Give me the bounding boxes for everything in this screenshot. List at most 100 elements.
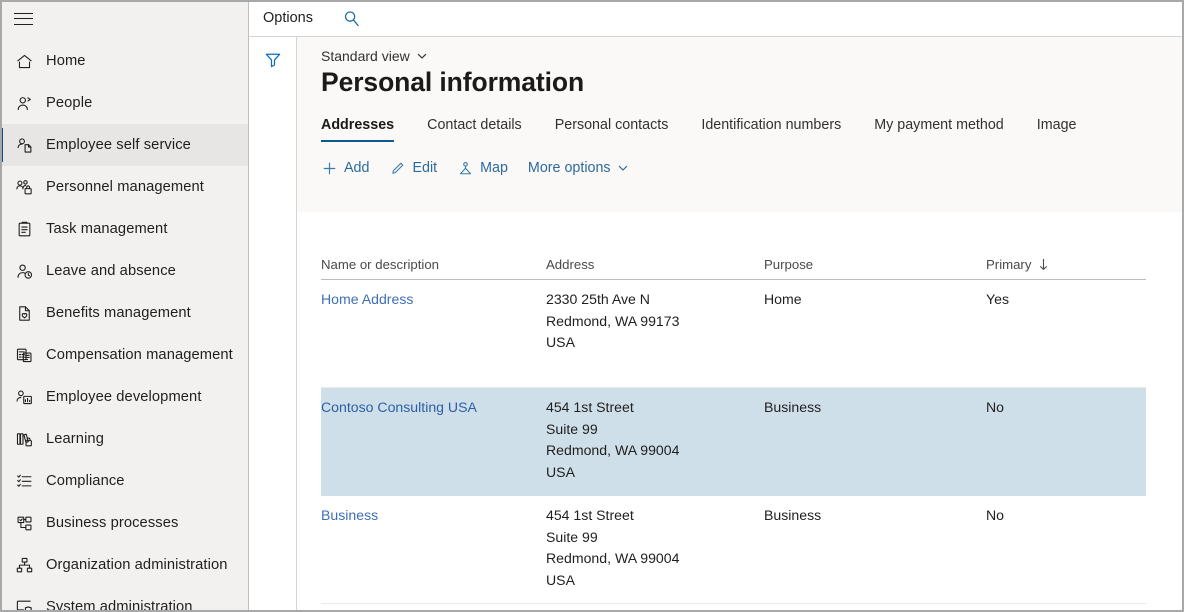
address-line: 2330 25th Ave N	[546, 291, 650, 307]
sidebar-item-list: Home People Employee self service Personnel…	[0, 38, 248, 612]
view-selector[interactable]: Standard view	[321, 37, 1183, 64]
row-name-link[interactable]: Contoso Consulting USA	[321, 397, 546, 495]
row-purpose: Business	[764, 507, 822, 523]
top-command-bar: Options	[249, 0, 1184, 37]
sidebar-item-business-processes[interactable]: Business processes	[0, 502, 248, 544]
row-primary: No	[986, 399, 1005, 415]
column-header-purpose[interactable]: Purpose	[764, 257, 986, 272]
sidebar-item-employee-development[interactable]: Employee development	[0, 376, 248, 418]
address-line: 454 1st Street	[546, 507, 634, 523]
person-clock-icon	[13, 260, 35, 282]
sidebar-item-task-management[interactable]: Task management	[0, 208, 248, 250]
sidebar-item-label: Employee development	[46, 389, 202, 405]
tab-identification-numbers[interactable]: Identification numbers	[701, 117, 841, 142]
sidebar-item-label: Personnel management	[46, 179, 204, 195]
column-header-address[interactable]: Address	[546, 257, 764, 272]
sidebar-item-system-administration[interactable]: System administration	[0, 586, 248, 612]
edit-button[interactable]: Edit	[389, 160, 437, 177]
sidebar-item-benefits-management[interactable]: Benefits management	[0, 292, 248, 334]
sidebar-item-label: Organization administration	[46, 557, 228, 573]
sidebar-item-label: Leave and absence	[46, 263, 176, 279]
people-group-icon	[13, 176, 35, 198]
table-row[interactable]: Business 454 1st Street Suite 99 Redmond, W…	[321, 496, 1146, 604]
sidebar-item-compliance[interactable]: Compliance	[0, 460, 248, 502]
sidebar-item-label: Business processes	[46, 515, 179, 531]
person-chart-icon	[13, 386, 35, 408]
body-row: Standard view Personal information Addre…	[249, 37, 1184, 612]
address-line: USA	[546, 334, 575, 350]
sidebar-navigation: Home People Employee self service Personnel…	[0, 0, 249, 612]
row-primary: No	[986, 507, 1005, 523]
grid-header-row: Name or description Address Purpose Primary	[321, 249, 1146, 280]
sidebar-item-label: Home	[46, 53, 86, 69]
application-window: Home People Employee self service Personnel…	[0, 0, 1184, 612]
map-button[interactable]: Map	[457, 160, 508, 177]
content-pane: Standard view Personal information Addre…	[297, 37, 1184, 612]
checklist-icon	[13, 470, 35, 492]
tab-image[interactable]: Image	[1037, 117, 1077, 142]
add-button[interactable]: Add	[321, 160, 369, 177]
tab-contact-details[interactable]: Contact details	[427, 117, 522, 142]
more-options-button[interactable]: More options	[528, 160, 629, 176]
descending-arrow-icon	[1038, 258, 1049, 271]
row-address: 454 1st Street Suite 99 Redmond, WA 99004 U…	[546, 505, 764, 603]
main-region: Options Standard view Personal informati…	[249, 0, 1184, 612]
address-line: USA	[546, 571, 575, 588]
table-row[interactable]: Home Address 2330 25th Ave N Redmond, WA 9…	[321, 280, 1146, 388]
row-name-link[interactable]: Business	[321, 505, 546, 603]
sidebar-item-people[interactable]: People	[0, 82, 248, 124]
window-frame-top	[0, 0, 1184, 2]
process-flow-icon	[13, 512, 35, 534]
addresses-grid: Name or description Address Purpose Primary…	[321, 249, 1183, 612]
row-primary: Yes	[986, 291, 1009, 307]
calculator-money-icon	[13, 344, 35, 366]
options-button[interactable]: Options	[263, 10, 313, 26]
sidebar-item-organization-administration[interactable]: Organization administration	[0, 544, 248, 586]
sidebar-item-leave-and-absence[interactable]: Leave and absence	[0, 250, 248, 292]
address-line: Suite 99	[546, 420, 598, 437]
hamburger-menu-button[interactable]	[0, 0, 248, 38]
sidebar-item-personnel-management[interactable]: Personnel management	[0, 166, 248, 208]
table-row[interactable]: Contoso Consulting USA 454 1st Street Suit…	[321, 388, 1146, 496]
person-page-icon	[13, 134, 35, 156]
tab-personal-contacts[interactable]: Personal contacts	[555, 117, 669, 142]
tab-my-payment-method[interactable]: My payment method	[874, 117, 1004, 142]
sidebar-item-learning[interactable]: Learning	[0, 418, 248, 460]
tab-strip: Addresses Contact details Personal contact…	[321, 109, 1183, 142]
row-name-link[interactable]: Home Address	[321, 289, 546, 387]
sidebar-item-label: People	[46, 95, 93, 111]
action-toolbar: Add Edit Map More options	[321, 150, 1183, 186]
row-address: 2330 25th Ave N Redmond, WA 99173 USA	[546, 289, 764, 387]
address-line: Suite 99	[546, 528, 598, 545]
address-line: USA	[546, 463, 575, 480]
sidebar-item-label: Compliance	[46, 473, 125, 489]
sidebar-item-compensation-management[interactable]: Compensation management	[0, 334, 248, 376]
sidebar-item-employee-self-service[interactable]: Employee self service	[0, 124, 248, 166]
books-icon	[13, 428, 35, 450]
sidebar-item-label: Compensation management	[46, 347, 233, 363]
filter-rail	[249, 37, 297, 612]
column-header-name-or-description[interactable]: Name or description	[321, 257, 546, 272]
search-icon[interactable]	[339, 5, 365, 31]
address-line: Redmond, WA 99004	[546, 442, 680, 458]
sidebar-item-label: Benefits management	[46, 305, 191, 321]
clipboard-icon	[13, 218, 35, 240]
column-header-label: Name or description	[321, 256, 440, 272]
column-header-label: Primary	[986, 256, 1032, 272]
hamburger-icon	[14, 12, 33, 26]
chevron-down-icon	[416, 50, 428, 62]
view-selector-label: Standard view	[321, 47, 410, 64]
column-header-primary[interactable]: Primary	[986, 257, 1146, 272]
address-line: Redmond, WA 99004	[546, 550, 680, 566]
column-header-label: Purpose	[764, 256, 814, 272]
tab-addresses[interactable]: Addresses	[321, 117, 395, 142]
sidebar-item-home[interactable]: Home	[0, 40, 248, 82]
column-header-label: Address	[546, 256, 595, 272]
page-header-panel: Standard view Personal information Addre…	[297, 37, 1183, 212]
pencil-icon	[389, 160, 406, 177]
grid-body: Home Address 2330 25th Ave N Redmond, WA 9…	[321, 280, 1183, 604]
command-label: Add	[344, 160, 370, 176]
funnel-icon[interactable]	[261, 48, 285, 72]
sidebar-item-label: Learning	[46, 431, 104, 447]
person-icon	[13, 92, 35, 114]
